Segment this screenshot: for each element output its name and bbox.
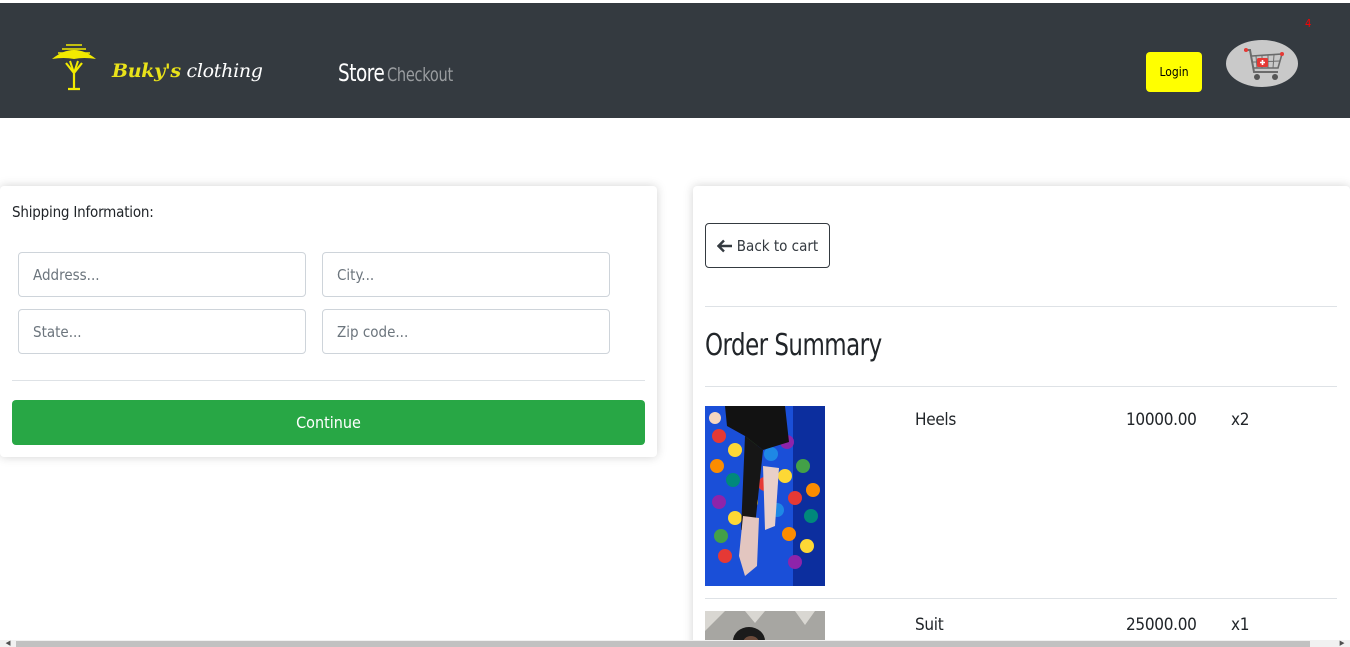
scrollbar-thumb[interactable] — [16, 641, 1310, 647]
item-name: Suit — [915, 615, 944, 635]
item-quantity: x2 — [1231, 410, 1250, 430]
scroll-left-icon[interactable]: ◀ — [2, 640, 14, 647]
nav-link-store[interactable]: Store — [338, 59, 385, 87]
product-image-heels — [705, 406, 825, 586]
continue-button[interactable]: Continue — [12, 400, 645, 445]
nav-link-checkout[interactable]: Checkout — [387, 64, 453, 86]
arrow-left-icon — [716, 239, 732, 252]
divider — [705, 306, 1337, 307]
cart-count-badge: 4 — [1305, 17, 1312, 30]
login-button[interactable]: Login — [1146, 52, 1202, 92]
scroll-right-icon[interactable]: ▶ — [1336, 640, 1348, 647]
item-price: 25000.00 — [1126, 615, 1197, 635]
order-summary-title: Order Summary — [705, 328, 882, 363]
brand-name-part1: Buky's — [112, 60, 181, 82]
umbrella-logo-icon — [52, 44, 96, 91]
shipping-title: Shipping Information: — [12, 203, 154, 221]
brand-name-part2: clothing — [180, 60, 263, 82]
brand-name: Buky's clothing — [112, 60, 263, 82]
item-quantity: x1 — [1231, 615, 1250, 635]
navbar: Buky's clothing Store Checkout Login — [0, 3, 1350, 118]
item-name: Heels — [915, 410, 957, 430]
zip-code-field[interactable] — [322, 309, 610, 354]
order-summary-card: Back to cart Order Summary Heels 10000.0… — [693, 186, 1350, 647]
divider — [705, 386, 1337, 387]
main-nav: Store Checkout — [338, 59, 464, 87]
back-to-cart-button[interactable]: Back to cart — [705, 223, 830, 268]
horizontal-scrollbar[interactable]: ◀ ▶ — [0, 640, 1350, 647]
shipping-form-card: Shipping Information: Continue — [0, 186, 657, 457]
divider — [12, 380, 645, 381]
cart-button[interactable] — [1226, 40, 1298, 87]
item-price: 10000.00 — [1126, 410, 1197, 430]
state-field[interactable] — [18, 309, 306, 354]
city-field[interactable] — [322, 252, 610, 297]
address-field[interactable] — [18, 252, 306, 297]
back-to-cart-label: Back to cart — [736, 236, 819, 255]
divider — [705, 598, 1337, 599]
shopping-cart-icon — [1244, 47, 1284, 80]
brand[interactable]: Buky's clothing — [48, 39, 263, 91]
